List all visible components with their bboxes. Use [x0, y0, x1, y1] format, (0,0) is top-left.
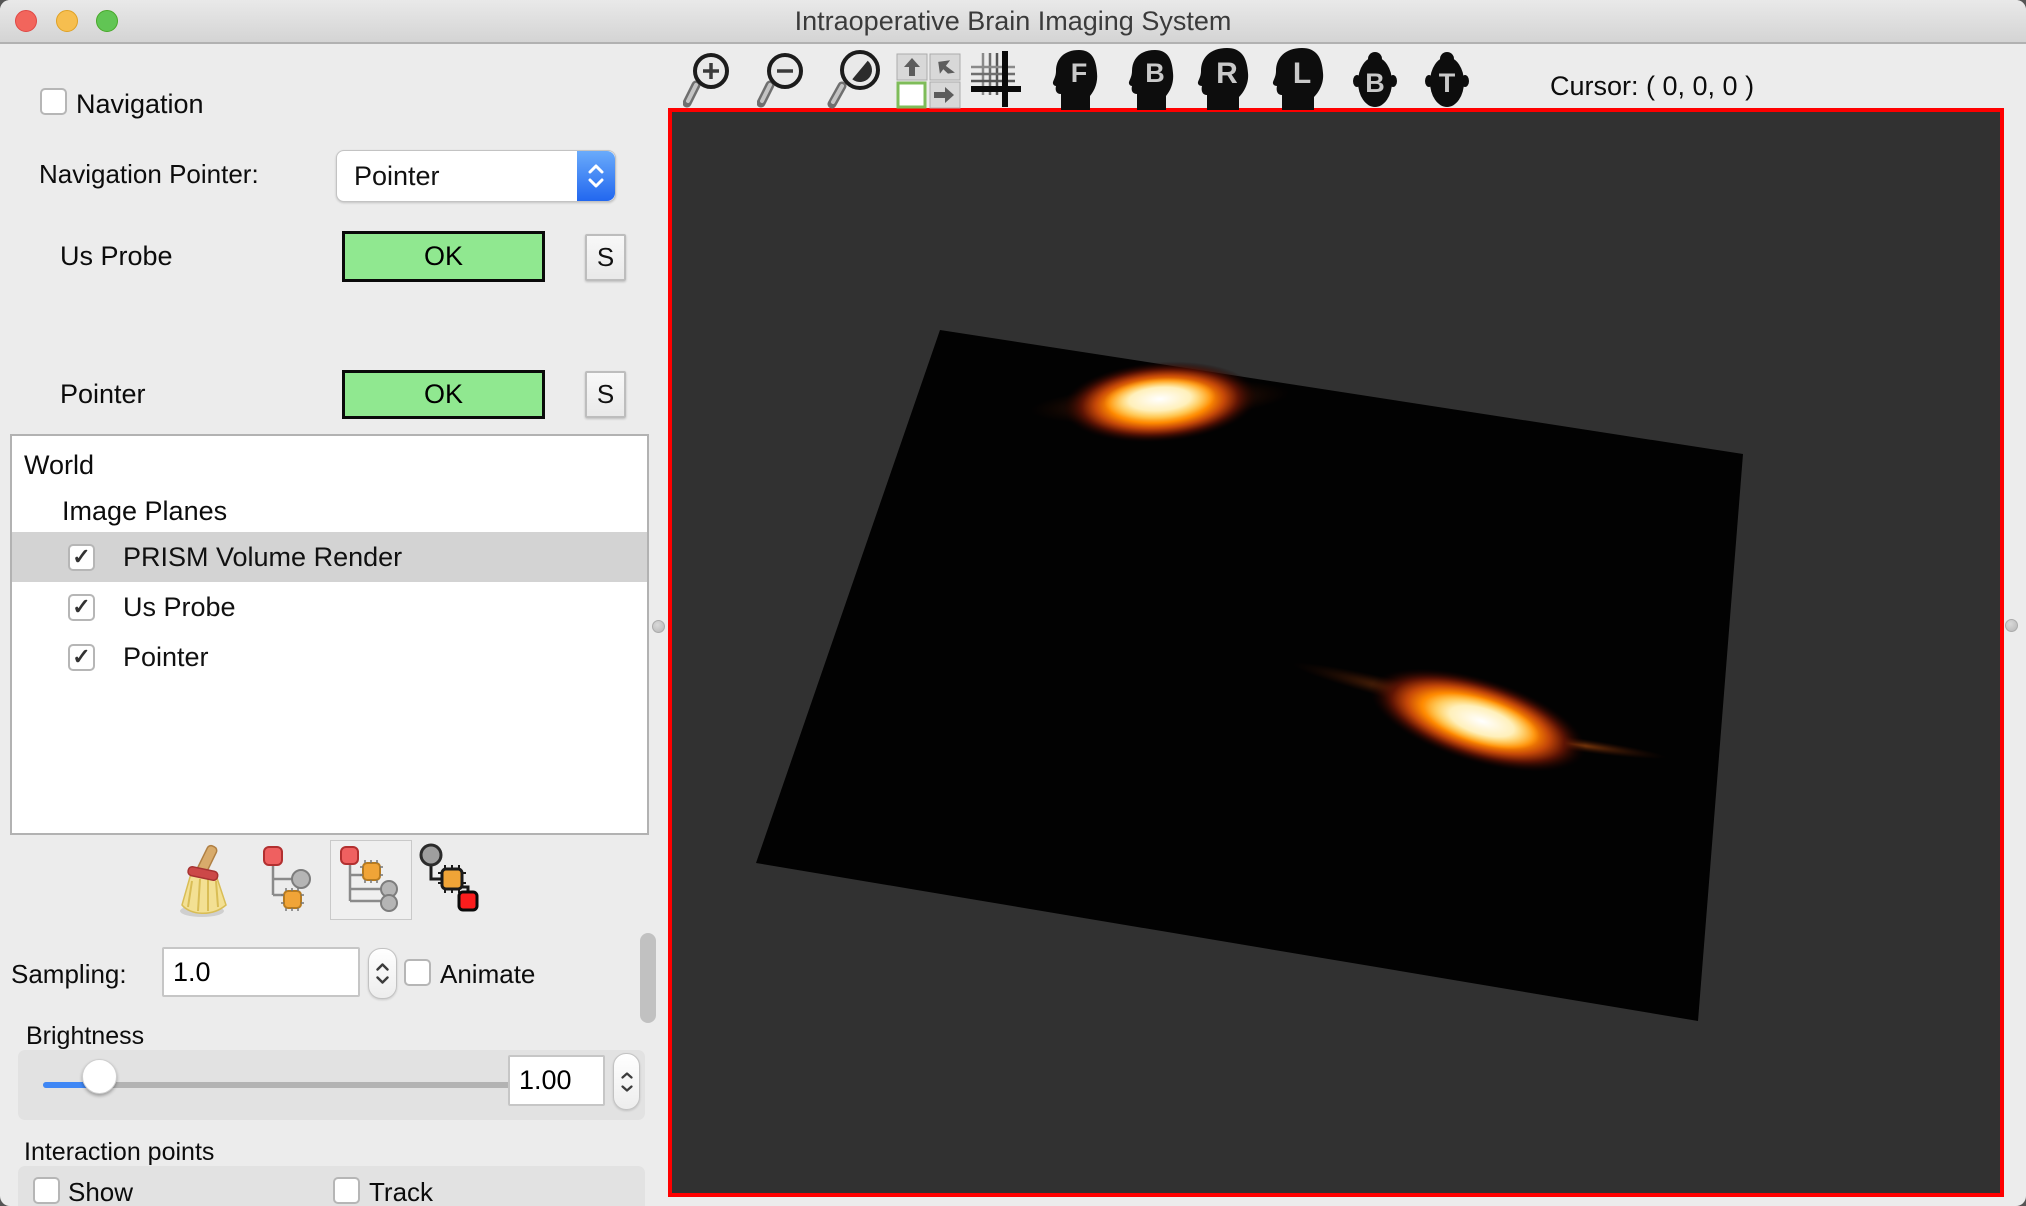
pan-arrows-icon[interactable] [896, 53, 962, 109]
tree-item-label: Us Probe [123, 592, 236, 623]
window-title: Intraoperative Brain Imaging System [0, 0, 2026, 42]
volume-render-scene [672, 112, 2000, 1193]
navigation-pointer-dropdown[interactable]: Pointer [336, 150, 616, 202]
insert-transform-node-icon[interactable] [330, 840, 412, 920]
svg-text:B: B [1365, 68, 1385, 98]
tree-item-label: PRISM Volume Render [123, 542, 402, 573]
track-label: Track [369, 1177, 433, 1206]
pointer-label: Pointer [60, 379, 146, 410]
svg-text:R: R [1216, 57, 1238, 90]
right-splitter-handle[interactable] [2005, 619, 2018, 632]
view-back-head-icon[interactable]: B [1128, 49, 1174, 111]
tree-row-pointer[interactable]: ✓ Pointer [12, 632, 647, 682]
pointer-status-button[interactable]: OK [342, 370, 545, 419]
zoom-in-icon[interactable] [683, 51, 735, 111]
check-icon: ✓ [72, 544, 90, 570]
scene-tree: World Image Planes ✓ PRISM Volume Render… [10, 434, 649, 835]
brightness-stepper[interactable] [613, 1053, 640, 1110]
tree-row-prism-volume-render[interactable]: ✓ PRISM Volume Render [12, 532, 647, 582]
animate-label: Animate [440, 959, 535, 990]
tree-item-checkbox[interactable]: ✓ [68, 644, 95, 671]
svg-text:B: B [1145, 58, 1165, 88]
navigation-checkbox[interactable] [40, 88, 67, 115]
check-icon: ✓ [72, 594, 90, 620]
navigation-label: Navigation [76, 89, 204, 120]
panel-scrollbar-thumb[interactable] [640, 933, 656, 1023]
delete-transform-node-icon[interactable] [418, 843, 490, 913]
left-splitter-handle[interactable] [652, 620, 665, 633]
us-probe-status-button[interactable]: OK [342, 231, 545, 282]
render-viewport[interactable] [668, 108, 2004, 1197]
crosshair-slices-icon[interactable] [971, 51, 1021, 109]
view-left-head-icon[interactable]: L [1272, 47, 1324, 111]
dropdown-stepper-icon [577, 151, 615, 201]
sampling-stepper[interactable] [368, 948, 397, 999]
app-window: Intraoperative Brain Imaging System [0, 0, 2026, 1206]
title-bar: Intraoperative Brain Imaging System [0, 0, 2026, 44]
svg-text:T: T [1439, 68, 1456, 98]
svg-text:L: L [1293, 57, 1311, 90]
us-probe-settings-button[interactable]: S [585, 234, 626, 281]
tree-item-checkbox[interactable]: ✓ [68, 544, 95, 571]
add-transform-node-icon[interactable] [262, 845, 318, 913]
image-plane-quad [756, 330, 1743, 1021]
animate-checkbox[interactable] [404, 959, 431, 986]
zoom-out-icon[interactable] [757, 51, 809, 111]
pointer-settings-button[interactable]: S [585, 371, 626, 418]
tree-node-image-planes[interactable]: Image Planes [62, 496, 227, 527]
view-right-head-icon[interactable]: R [1197, 47, 1249, 111]
brightness-slider-thumb[interactable] [82, 1059, 117, 1094]
brightness-label: Brightness [26, 1022, 144, 1051]
view-top-head-icon[interactable]: T [1425, 51, 1469, 109]
zoom-fit-icon[interactable] [827, 49, 887, 111]
tree-node-world[interactable]: World [24, 450, 94, 481]
brightness-input[interactable] [508, 1055, 605, 1106]
tree-item-label: Pointer [123, 642, 209, 673]
us-probe-label: Us Probe [60, 241, 173, 272]
check-icon: ✓ [72, 644, 90, 670]
show-label: Show [68, 1177, 133, 1206]
sampling-input[interactable] [162, 947, 360, 997]
show-checkbox[interactable] [33, 1177, 60, 1204]
svg-text:F: F [1071, 58, 1088, 88]
interaction-points-group: Show Track [18, 1166, 645, 1206]
interaction-points-label: Interaction points [24, 1138, 214, 1167]
dropdown-value: Pointer [337, 161, 577, 192]
view-front-head-icon[interactable]: F [1052, 49, 1098, 111]
sampling-label: Sampling: [11, 959, 127, 990]
clear-scene-broom-icon[interactable] [172, 843, 236, 919]
cursor-coordinates: Cursor: ( 0, 0, 0 ) [1550, 71, 1754, 102]
view-bottom-head-icon[interactable]: B [1353, 51, 1397, 109]
track-checkbox[interactable] [333, 1177, 360, 1204]
tree-item-checkbox[interactable]: ✓ [68, 594, 95, 621]
tree-row-us-probe[interactable]: ✓ Us Probe [12, 582, 647, 632]
navigation-pointer-label: Navigation Pointer: [39, 159, 259, 190]
